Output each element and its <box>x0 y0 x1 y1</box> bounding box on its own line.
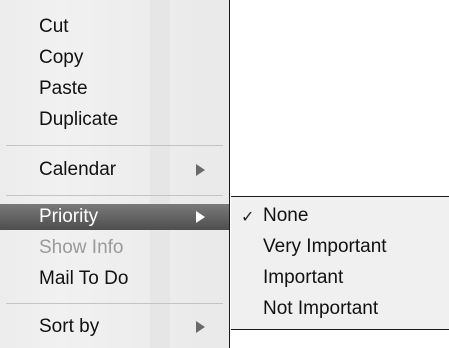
submenu-item-none[interactable]: ✓ None <box>231 202 449 230</box>
submenu-item-label: Very Important <box>263 236 387 257</box>
menu-item-label: Show Info <box>39 237 124 258</box>
menu-item-calendar[interactable]: Calendar <box>0 157 229 183</box>
menu-item-label: Paste <box>39 78 88 99</box>
menu-separator <box>6 303 223 304</box>
menu-item-label: Cut <box>39 16 69 37</box>
checkmark-icon: ✓ <box>241 207 255 226</box>
menu-item-mail-to-do[interactable]: Mail To Do <box>0 266 229 292</box>
menu-item-priority[interactable]: Priority <box>0 204 229 230</box>
menu-item-copy[interactable]: Copy <box>0 45 229 71</box>
menu-item-label: Copy <box>39 47 84 68</box>
priority-submenu: ✓ None Very Important Important Not Impo… <box>231 196 449 330</box>
submenu-item-important[interactable]: Important <box>231 264 449 292</box>
context-menu: Cut Copy Paste Duplicate Calendar Priori… <box>0 0 230 348</box>
menu-separator <box>6 195 223 196</box>
menu-item-sort-by[interactable]: Sort by <box>0 314 229 340</box>
screen: C co Home Cut Copy Paste Duplicate Calen… <box>0 0 449 348</box>
triangle-right-icon <box>196 164 205 176</box>
menu-item-label: Priority <box>39 206 99 227</box>
menu-separator <box>6 145 223 146</box>
submenu-item-very-important[interactable]: Very Important <box>231 233 449 261</box>
menu-item-cut[interactable]: Cut <box>0 14 229 40</box>
menu-item-label: Sort by <box>39 316 100 337</box>
submenu-item-label: None <box>263 205 309 226</box>
triangle-right-icon <box>196 321 205 333</box>
menu-item-label: Calendar <box>39 159 117 180</box>
submenu-item-label: Important <box>263 267 344 288</box>
menu-item-label: Duplicate <box>39 109 119 130</box>
menu-item-show-info: Show Info <box>0 235 229 261</box>
submenu-item-not-important[interactable]: Not Important <box>231 295 449 323</box>
submenu-item-label: Not Important <box>263 298 379 319</box>
menu-item-paste[interactable]: Paste <box>0 76 229 102</box>
menu-item-label: Mail To Do <box>39 268 129 289</box>
triangle-right-icon <box>196 211 205 223</box>
menu-item-duplicate[interactable]: Duplicate <box>0 107 229 133</box>
